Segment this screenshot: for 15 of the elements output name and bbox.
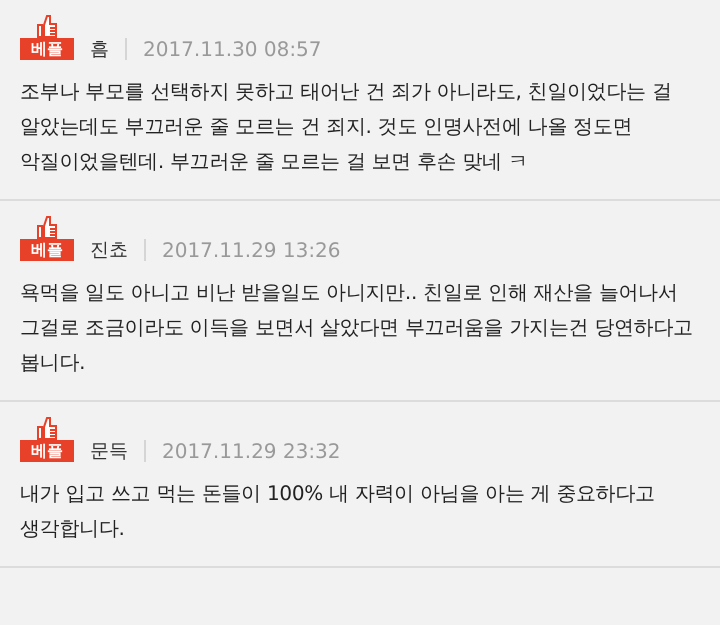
thumbs-up-icon: [36, 14, 58, 38]
comment-text: 욕먹을 일도 아니고 비난 받을일도 아니지만.. 친일로 인해 재산을 늘어나서 그걸로 조금이라도 이득을 보면서 살았다면 부끄러움을 가지는건 당연하다고 봅니다.: [20, 279, 694, 376]
best-label: 베플: [20, 239, 74, 261]
best-label: 베플: [20, 38, 74, 60]
thumbs-up-icon: [36, 215, 58, 239]
best-label: 베플: [20, 440, 74, 462]
author-name: 흠: [90, 36, 109, 62]
author-name: 문득: [90, 438, 128, 464]
comment-text: 내가 입고 쓰고 먹는 돈들이 100% 내 자력이 아님을 아는 게 중요하다고 생각합니다.: [20, 480, 656, 542]
comment-text: 조부나 부모를 선택하지 못하고 태어난 건 죄가 아니라도, 친일이었다는 걸 알았는데도 부끄러운 줄 모르는 건 죄지. 것도 인명사전에 나올 정도면 악질이었을텐데. 부끄러운 줄 모르는 걸 보면 후손 맞네 ㅋ: [20, 78, 673, 175]
author-name: 진쵸: [90, 238, 128, 263]
thumbs-up-icon: [36, 416, 58, 440]
comment-date: 2017.11.30 08:57: [143, 36, 322, 63]
comment-date: 2017.11.29 23:32: [162, 438, 341, 465]
comment-date: 2017.11.29 13:26: [162, 237, 341, 264]
